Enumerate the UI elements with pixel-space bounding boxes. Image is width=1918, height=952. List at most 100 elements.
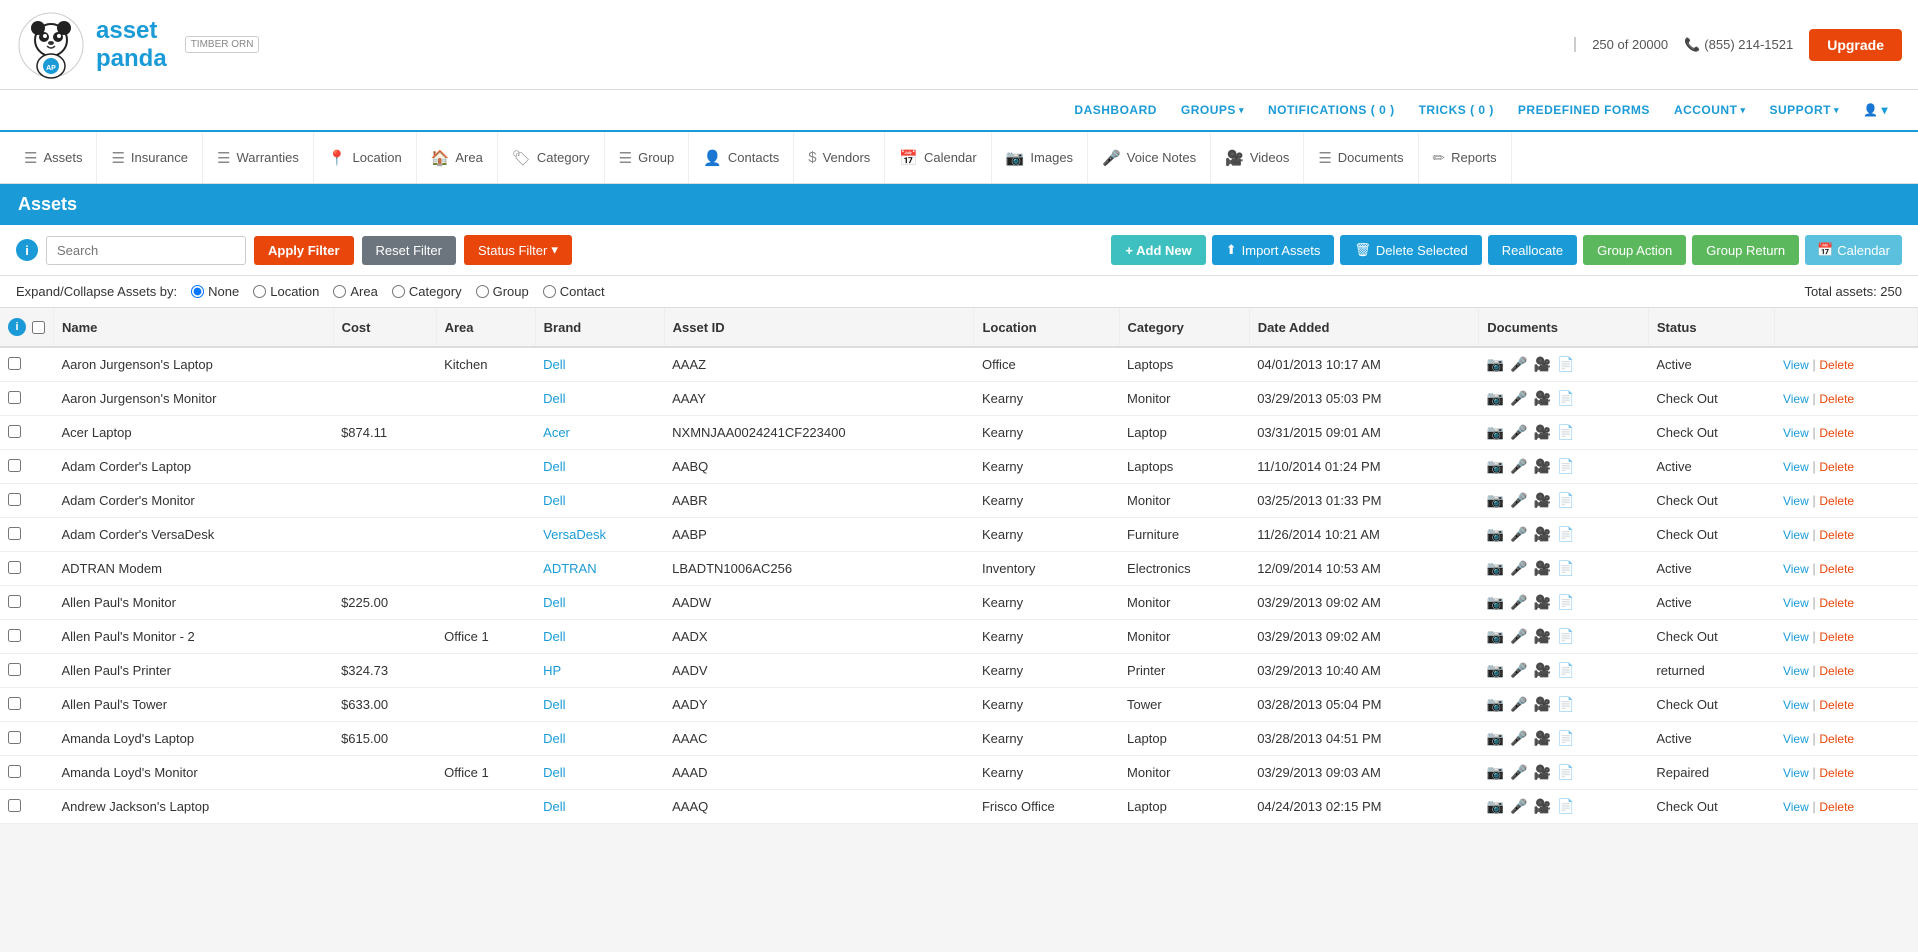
delete-link[interactable]: Delete — [1819, 494, 1854, 508]
select-all-checkbox[interactable] — [32, 321, 45, 334]
sec-nav-videos[interactable]: 🎥 Videos — [1211, 132, 1304, 183]
row-checkbox[interactable] — [8, 595, 21, 608]
radio-location[interactable]: Location — [253, 284, 319, 299]
view-link[interactable]: View — [1783, 358, 1809, 372]
sec-nav-group[interactable]: ☰ Group — [605, 132, 690, 183]
sec-nav-location[interactable]: 📍 Location — [314, 132, 417, 183]
radio-area[interactable]: Area — [333, 284, 377, 299]
view-link[interactable]: View — [1783, 392, 1809, 406]
row-checkbox[interactable] — [8, 459, 21, 472]
view-link[interactable]: View — [1783, 698, 1809, 712]
camera-icon[interactable]: 📷 — [1487, 492, 1504, 509]
camera-icon[interactable]: 📷 — [1487, 560, 1504, 577]
add-new-button[interactable]: + Add New — [1111, 235, 1205, 265]
sec-nav-category[interactable]: 🏷 Category — [498, 132, 605, 183]
delete-link[interactable]: Delete — [1819, 528, 1854, 542]
reallocate-button[interactable]: Reallocate — [1488, 235, 1577, 265]
delete-link[interactable]: Delete — [1819, 732, 1854, 746]
delete-link[interactable]: Delete — [1819, 630, 1854, 644]
video-icon[interactable]: 🎥 — [1534, 424, 1551, 441]
mic-icon[interactable]: 🎤 — [1510, 662, 1527, 679]
doc-icon[interactable]: 📄 — [1557, 730, 1574, 747]
mic-icon[interactable]: 🎤 — [1510, 628, 1527, 645]
calendar-button[interactable]: 📅 Calendar — [1805, 235, 1902, 265]
search-input[interactable] — [46, 236, 246, 265]
doc-icon[interactable]: 📄 — [1557, 526, 1574, 543]
doc-icon[interactable]: 📄 — [1557, 594, 1574, 611]
status-filter-button[interactable]: Status Filter ▾ — [464, 235, 572, 265]
video-icon[interactable]: 🎥 — [1534, 798, 1551, 815]
delete-link[interactable]: Delete — [1819, 460, 1854, 474]
row-checkbox[interactable] — [8, 663, 21, 676]
row-checkbox[interactable] — [8, 731, 21, 744]
sec-nav-contacts[interactable]: 👤 Contacts — [689, 132, 794, 183]
delete-link[interactable]: Delete — [1819, 800, 1854, 814]
view-link[interactable]: View — [1783, 562, 1809, 576]
doc-icon[interactable]: 📄 — [1557, 628, 1574, 645]
sec-nav-insurance[interactable]: ☰ Insurance — [97, 132, 203, 183]
mic-icon[interactable]: 🎤 — [1510, 458, 1527, 475]
view-link[interactable]: View — [1783, 630, 1809, 644]
view-link[interactable]: View — [1783, 596, 1809, 610]
brand-link[interactable]: Dell — [543, 697, 565, 712]
row-checkbox[interactable] — [8, 697, 21, 710]
brand-link[interactable]: VersaDesk — [543, 527, 606, 542]
row-checkbox[interactable] — [8, 493, 21, 506]
nav-support[interactable]: SUPPORT ▾ — [1759, 99, 1849, 121]
mic-icon[interactable]: 🎤 — [1510, 764, 1527, 781]
nav-groups[interactable]: GROUPS ▾ — [1171, 99, 1254, 121]
video-icon[interactable]: 🎥 — [1534, 730, 1551, 747]
brand-link[interactable]: Dell — [543, 493, 565, 508]
delete-link[interactable]: Delete — [1819, 562, 1854, 576]
camera-icon[interactable]: 📷 — [1487, 628, 1504, 645]
video-icon[interactable]: 🎥 — [1534, 696, 1551, 713]
sec-nav-images[interactable]: 📷 Images — [992, 132, 1088, 183]
doc-icon[interactable]: 📄 — [1557, 458, 1574, 475]
doc-icon[interactable]: 📄 — [1557, 696, 1574, 713]
brand-link[interactable]: HP — [543, 663, 561, 678]
video-icon[interactable]: 🎥 — [1534, 390, 1551, 407]
delete-link[interactable]: Delete — [1819, 766, 1854, 780]
nav-dashboard[interactable]: DASHBOARD — [1064, 99, 1167, 121]
doc-icon[interactable]: 📄 — [1557, 764, 1574, 781]
row-checkbox[interactable] — [8, 629, 21, 642]
row-checkbox[interactable] — [8, 527, 21, 540]
nav-tricks[interactable]: TRICKS ( 0 ) — [1409, 99, 1504, 121]
doc-icon[interactable]: 📄 — [1557, 390, 1574, 407]
video-icon[interactable]: 🎥 — [1534, 764, 1551, 781]
import-assets-button[interactable]: ⬆ Import Assets — [1212, 235, 1335, 265]
row-checkbox[interactable] — [8, 357, 21, 370]
brand-link[interactable]: Dell — [543, 799, 565, 814]
camera-icon[interactable]: 📷 — [1487, 730, 1504, 747]
sec-nav-warranties[interactable]: ☰ Warranties — [203, 132, 314, 183]
video-icon[interactable]: 🎥 — [1534, 526, 1551, 543]
sec-nav-calendar[interactable]: 📅 Calendar — [885, 132, 991, 183]
sec-nav-assets[interactable]: ☰ Assets — [10, 132, 97, 183]
camera-icon[interactable]: 📷 — [1487, 696, 1504, 713]
brand-link[interactable]: Dell — [543, 595, 565, 610]
delete-link[interactable]: Delete — [1819, 358, 1854, 372]
view-link[interactable]: View — [1783, 460, 1809, 474]
camera-icon[interactable]: 📷 — [1487, 764, 1504, 781]
reset-filter-button[interactable]: Reset Filter — [362, 236, 456, 265]
delete-selected-button[interactable]: 🗑 Delete Selected — [1340, 235, 1481, 265]
brand-link[interactable]: Dell — [543, 459, 565, 474]
nav-account[interactable]: ACCOUNT ▾ — [1664, 99, 1756, 121]
brand-link[interactable]: Dell — [543, 391, 565, 406]
apply-filter-button[interactable]: Apply Filter — [254, 236, 354, 265]
row-checkbox[interactable] — [8, 765, 21, 778]
camera-icon[interactable]: 📷 — [1487, 662, 1504, 679]
doc-icon[interactable]: 📄 — [1557, 560, 1574, 577]
group-action-button[interactable]: Group Action — [1583, 235, 1686, 265]
nav-notifications[interactable]: NOTIFICATIONS ( 0 ) — [1258, 99, 1405, 121]
view-link[interactable]: View — [1783, 766, 1809, 780]
camera-icon[interactable]: 📷 — [1487, 458, 1504, 475]
sec-nav-voice-notes[interactable]: 🎤 Voice Notes — [1088, 132, 1211, 183]
upgrade-button[interactable]: Upgrade — [1809, 29, 1902, 61]
doc-icon[interactable]: 📄 — [1557, 798, 1574, 815]
mic-icon[interactable]: 🎤 — [1510, 526, 1527, 543]
camera-icon[interactable]: 📷 — [1487, 390, 1504, 407]
video-icon[interactable]: 🎥 — [1534, 628, 1551, 645]
mic-icon[interactable]: 🎤 — [1510, 730, 1527, 747]
radio-group[interactable]: Group — [476, 284, 529, 299]
